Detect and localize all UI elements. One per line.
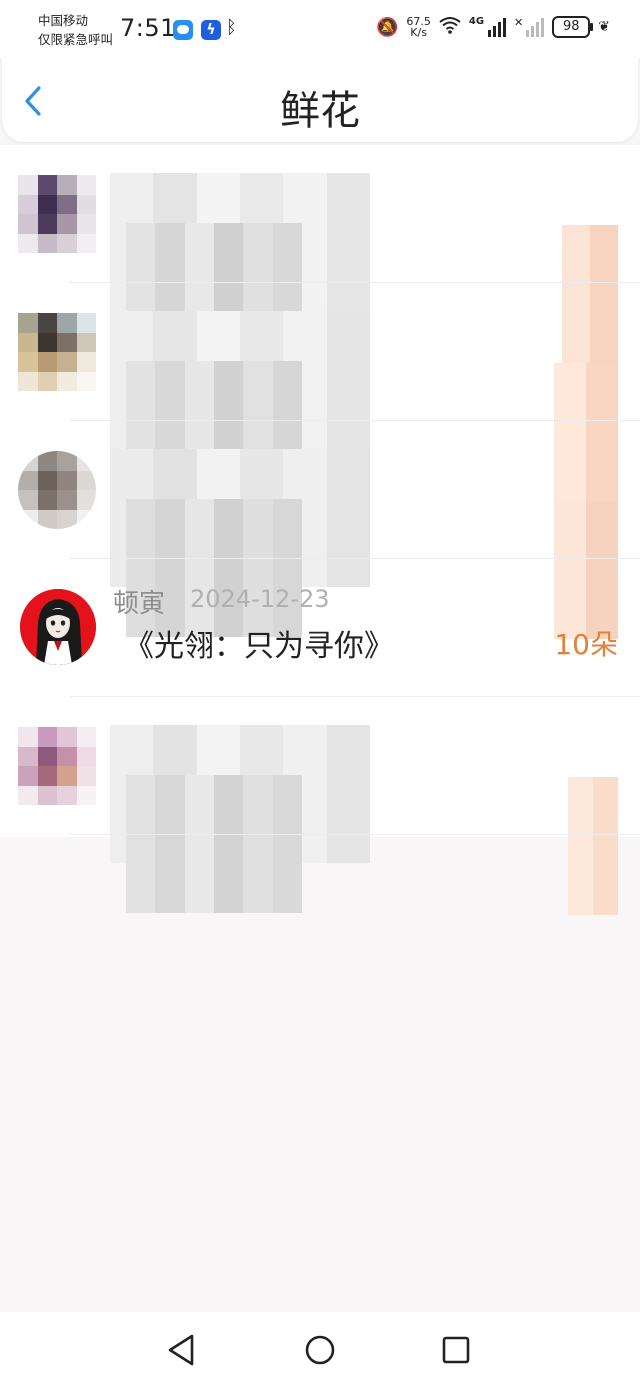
- avatar[interactable]: [18, 727, 96, 805]
- obscured-count: [568, 777, 618, 915]
- list-item[interactable]: 顿寅 2024-12-23 《光翎：只为寻你》 10朵: [0, 559, 640, 697]
- page-title: 鲜花: [280, 88, 360, 134]
- avatar[interactable]: [18, 451, 96, 529]
- signal-strength-icon: [488, 17, 507, 37]
- signal-strength-sim2-icon: [526, 17, 545, 37]
- message-app-icon: [173, 20, 193, 40]
- no-signal-icon: ✕: [514, 16, 524, 29]
- flower-count: 10朵: [554, 628, 618, 661]
- battery-level: 98: [562, 19, 580, 34]
- book-title[interactable]: 《光翎：只为寻你》: [124, 621, 394, 665]
- list-item[interactable]: [0, 421, 640, 639]
- list-item[interactable]: [0, 283, 640, 501]
- emergency-only-label: 仅限紧急呼叫: [38, 32, 114, 47]
- bolt-app-icon: ϟ: [201, 20, 221, 40]
- mute-bell-icon: 🔕: [375, 16, 399, 38]
- status-time: 7:51: [120, 14, 176, 42]
- status-bar: 中国移动 仅限紧急呼叫 7:51 ϟ ᛒ 🔕 67.5 K/s 4G ✕ 98 …: [0, 0, 640, 58]
- title-bar: 鲜花: [2, 58, 638, 142]
- list-item[interactable]: [0, 145, 640, 363]
- recents-square-icon[interactable]: [436, 1330, 476, 1370]
- carrier-name: 中国移动: [38, 13, 89, 28]
- network-speed-unit: K/s: [410, 26, 427, 39]
- anime-girl-avatar-image: [20, 589, 96, 665]
- list-item[interactable]: [0, 697, 640, 915]
- power-saving-leaf-icon: ❦: [598, 19, 610, 35]
- system-navigation-bar: [0, 1312, 640, 1387]
- battery-icon: 98: [552, 16, 594, 38]
- wifi-icon: [439, 16, 461, 38]
- home-circle-icon[interactable]: [300, 1330, 340, 1370]
- flower-gift-list: 顿寅 2024-12-23 《光翎：只为寻你》 10朵: [0, 145, 640, 915]
- obscured-book-title: [126, 775, 302, 913]
- avatar[interactable]: [18, 313, 96, 391]
- back-triangle-icon[interactable]: [162, 1330, 202, 1370]
- avatar[interactable]: [20, 589, 96, 665]
- network-type: 4G: [468, 16, 485, 27]
- avatar[interactable]: [18, 175, 96, 253]
- sender-name: 顿寅: [113, 589, 166, 619]
- gift-date: 2024-12-23: [190, 585, 330, 613]
- divider: [70, 834, 640, 835]
- network-speed: 67.5 K/s: [406, 16, 431, 38]
- carrier-info: 中国移动 仅限紧急呼叫: [38, 11, 113, 49]
- bluetooth-icon: ᛒ: [226, 17, 237, 38]
